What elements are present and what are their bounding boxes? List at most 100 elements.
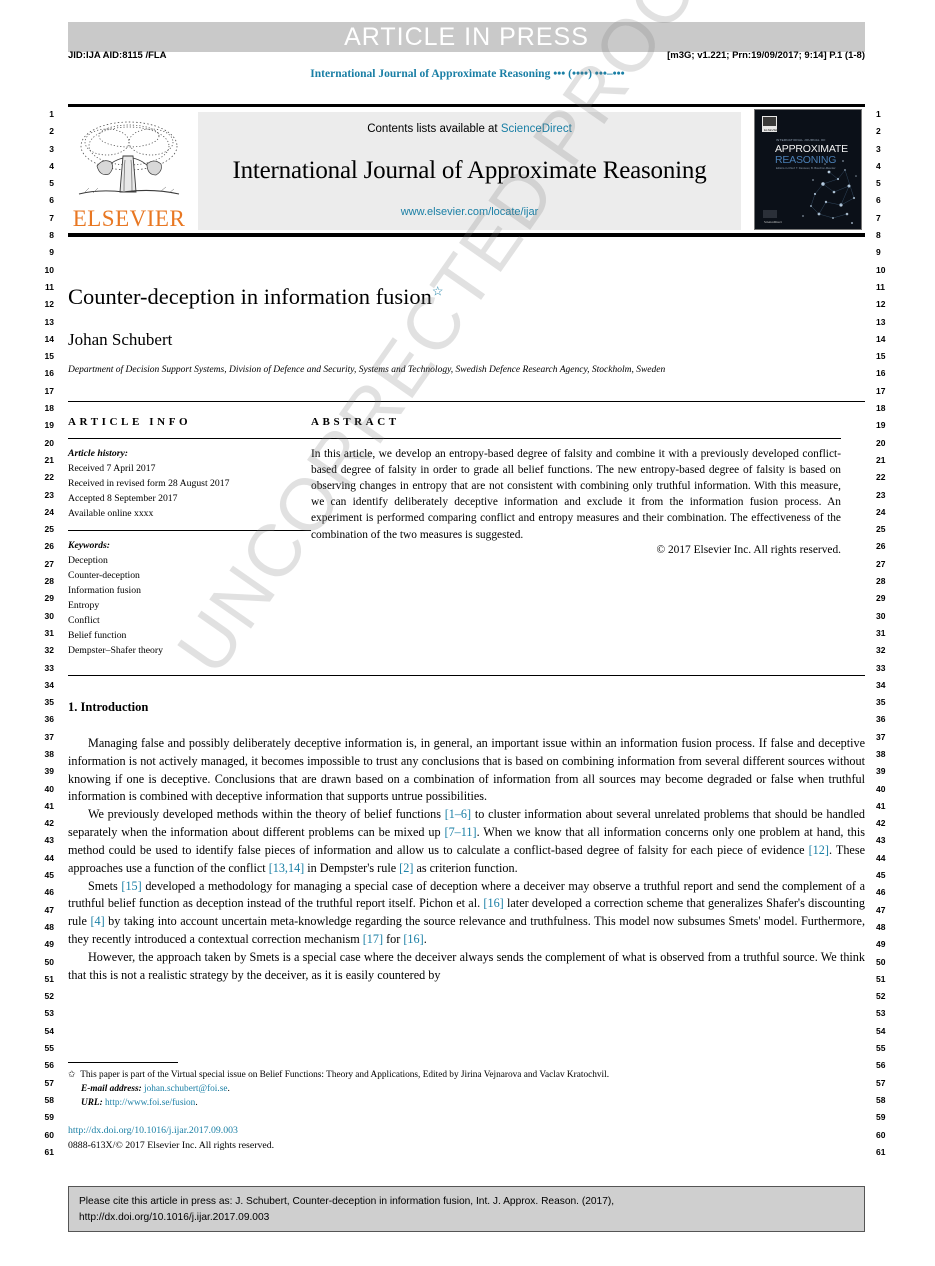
p3-text-f: .	[423, 931, 427, 946]
line-number: 22	[876, 472, 886, 483]
article-in-press-label: ARTICLE IN PRESS	[344, 22, 589, 51]
citation-ref[interactable]: [15]	[121, 879, 141, 893]
doi-block: http://dx.doi.org/10.1016/j.ijar.2017.09…	[68, 1124, 865, 1153]
line-number: 2	[876, 126, 881, 137]
line-number: 4	[49, 160, 54, 171]
line-number: 5	[876, 178, 881, 189]
article-info-column: ARTICLE INFO Article history: Received 7…	[68, 416, 311, 658]
line-number: 10	[876, 264, 886, 275]
cover-artwork: ELSEVIER INTERNATIONAL JOURNAL OF APPROX…	[755, 110, 861, 229]
line-number: 25	[44, 524, 54, 535]
line-number: 52	[44, 991, 54, 1002]
line-number: 49	[44, 939, 54, 950]
citation-ref[interactable]: [17]	[363, 932, 383, 946]
line-number: 12	[44, 299, 54, 310]
line-number: 60	[876, 1129, 886, 1140]
line-number: 61	[876, 1146, 886, 1157]
paragraph-2: We previously developed methods within t…	[68, 806, 865, 877]
p3-text-a: Smets	[88, 878, 122, 893]
line-number: 39	[876, 766, 886, 777]
footnote-rule	[68, 1062, 178, 1063]
line-number: 20	[876, 437, 886, 448]
abstract-bottom-rule	[68, 675, 865, 676]
line-number: 59	[44, 1112, 54, 1123]
history-item: Received in revised form 28 August 2017	[68, 477, 230, 489]
author-name: Johan Schubert	[68, 329, 173, 349]
line-number: 27	[876, 558, 886, 569]
line-number: 6	[49, 195, 54, 206]
history-item: Received 7 April 2017	[68, 462, 156, 474]
line-number: 34	[876, 679, 886, 690]
line-number: 50	[44, 956, 54, 967]
citation-ref[interactable]: [16]	[483, 896, 503, 910]
line-number: 23	[876, 489, 886, 500]
citation-ref[interactable]: [7–11]	[445, 825, 477, 839]
history-item: Available online xxxx	[68, 507, 154, 519]
cite-line-2[interactable]: http://dx.doi.org/10.1016/j.ijar.2017.09…	[79, 1210, 854, 1226]
citation-ref[interactable]: [12]	[809, 843, 829, 857]
svg-text:ELSEVIER: ELSEVIER	[764, 128, 780, 132]
citation-ref[interactable]: [4]	[90, 914, 104, 928]
line-number: 20	[44, 437, 54, 448]
journal-masthead: ELSEVIER Contents lists available at Sci…	[68, 104, 865, 237]
line-number: 37	[876, 731, 886, 742]
line-number: 50	[876, 956, 886, 967]
citation-ref[interactable]: [16]	[403, 932, 423, 946]
line-number: 9	[876, 247, 881, 258]
line-number: 14	[876, 333, 886, 344]
line-number: 13	[876, 316, 886, 327]
line-number: 17	[44, 385, 54, 396]
citation-ref[interactable]: [1–6]	[445, 807, 471, 821]
line-number: 49	[876, 939, 886, 950]
line-number: 48	[876, 921, 886, 932]
line-number: 5	[49, 178, 54, 189]
line-number: 11	[876, 281, 885, 292]
line-number: 60	[44, 1129, 54, 1140]
line-number: 58	[876, 1094, 886, 1105]
sciencedirect-link[interactable]: ScienceDirect	[501, 123, 572, 135]
keyword-item: Conflict	[68, 614, 100, 626]
jid-right: [m3G; v1.221; Prn:19/09/2017; 9:14] P.1 …	[667, 50, 865, 61]
keywords-block: Keywords: Deception Counter-deception In…	[68, 538, 289, 658]
line-number: 47	[44, 904, 54, 915]
line-number: 26	[44, 541, 54, 552]
line-number: 24	[44, 506, 54, 517]
line-number: 31	[44, 627, 54, 638]
line-number: 45	[876, 870, 886, 881]
line-number: 39	[44, 766, 54, 777]
line-number: 6	[876, 195, 881, 206]
line-number: 12	[876, 299, 886, 310]
line-number: 11	[45, 281, 54, 292]
line-number: 10	[44, 264, 54, 275]
citation-ref[interactable]: [13,14]	[269, 861, 305, 875]
line-number: 48	[44, 921, 54, 932]
cite-line-1: Please cite this article in press as: J.…	[79, 1196, 615, 1207]
doi-link[interactable]: http://dx.doi.org/10.1016/j.ijar.2017.09…	[68, 1124, 865, 1139]
keywords-separator-rule	[68, 529, 311, 531]
email-link[interactable]: johan.schubert@foi.se	[144, 1084, 227, 1094]
line-number: 7	[49, 212, 54, 223]
p2-text-e: in Dempster's rule	[304, 860, 400, 875]
abstract-column: ABSTRACT In this article, we develop an …	[311, 416, 841, 658]
citation-ref[interactable]: [2]	[399, 861, 413, 875]
line-number: 37	[44, 731, 54, 742]
line-number: 15	[876, 351, 886, 362]
line-number: 18	[876, 403, 886, 414]
footnote-star-icon[interactable]: ☆	[432, 284, 444, 299]
keyword-item: Belief function	[68, 629, 127, 641]
running-journal-title: International Journal of Approximate Rea…	[310, 68, 625, 80]
copyright-line: © 2017 Elsevier Inc. All rights reserved…	[656, 543, 841, 556]
line-number: 40	[44, 783, 54, 794]
line-number: 14	[44, 333, 54, 344]
line-number: 36	[876, 714, 886, 725]
line-number: 40	[876, 783, 886, 794]
line-number: 32	[44, 645, 54, 656]
elsevier-tree-icon	[78, 121, 180, 195]
homepage-url-link[interactable]: http://www.foi.se/fusion	[105, 1098, 195, 1108]
journal-homepage-link[interactable]: www.elsevier.com/locate/ijar	[401, 206, 539, 218]
keywords-label: Keywords:	[68, 539, 110, 551]
line-number: 35	[876, 697, 886, 708]
line-number: 54	[876, 1025, 886, 1036]
paragraph-4: However, the approach taken by Smets is …	[68, 949, 865, 982]
line-number: 16	[876, 368, 886, 379]
